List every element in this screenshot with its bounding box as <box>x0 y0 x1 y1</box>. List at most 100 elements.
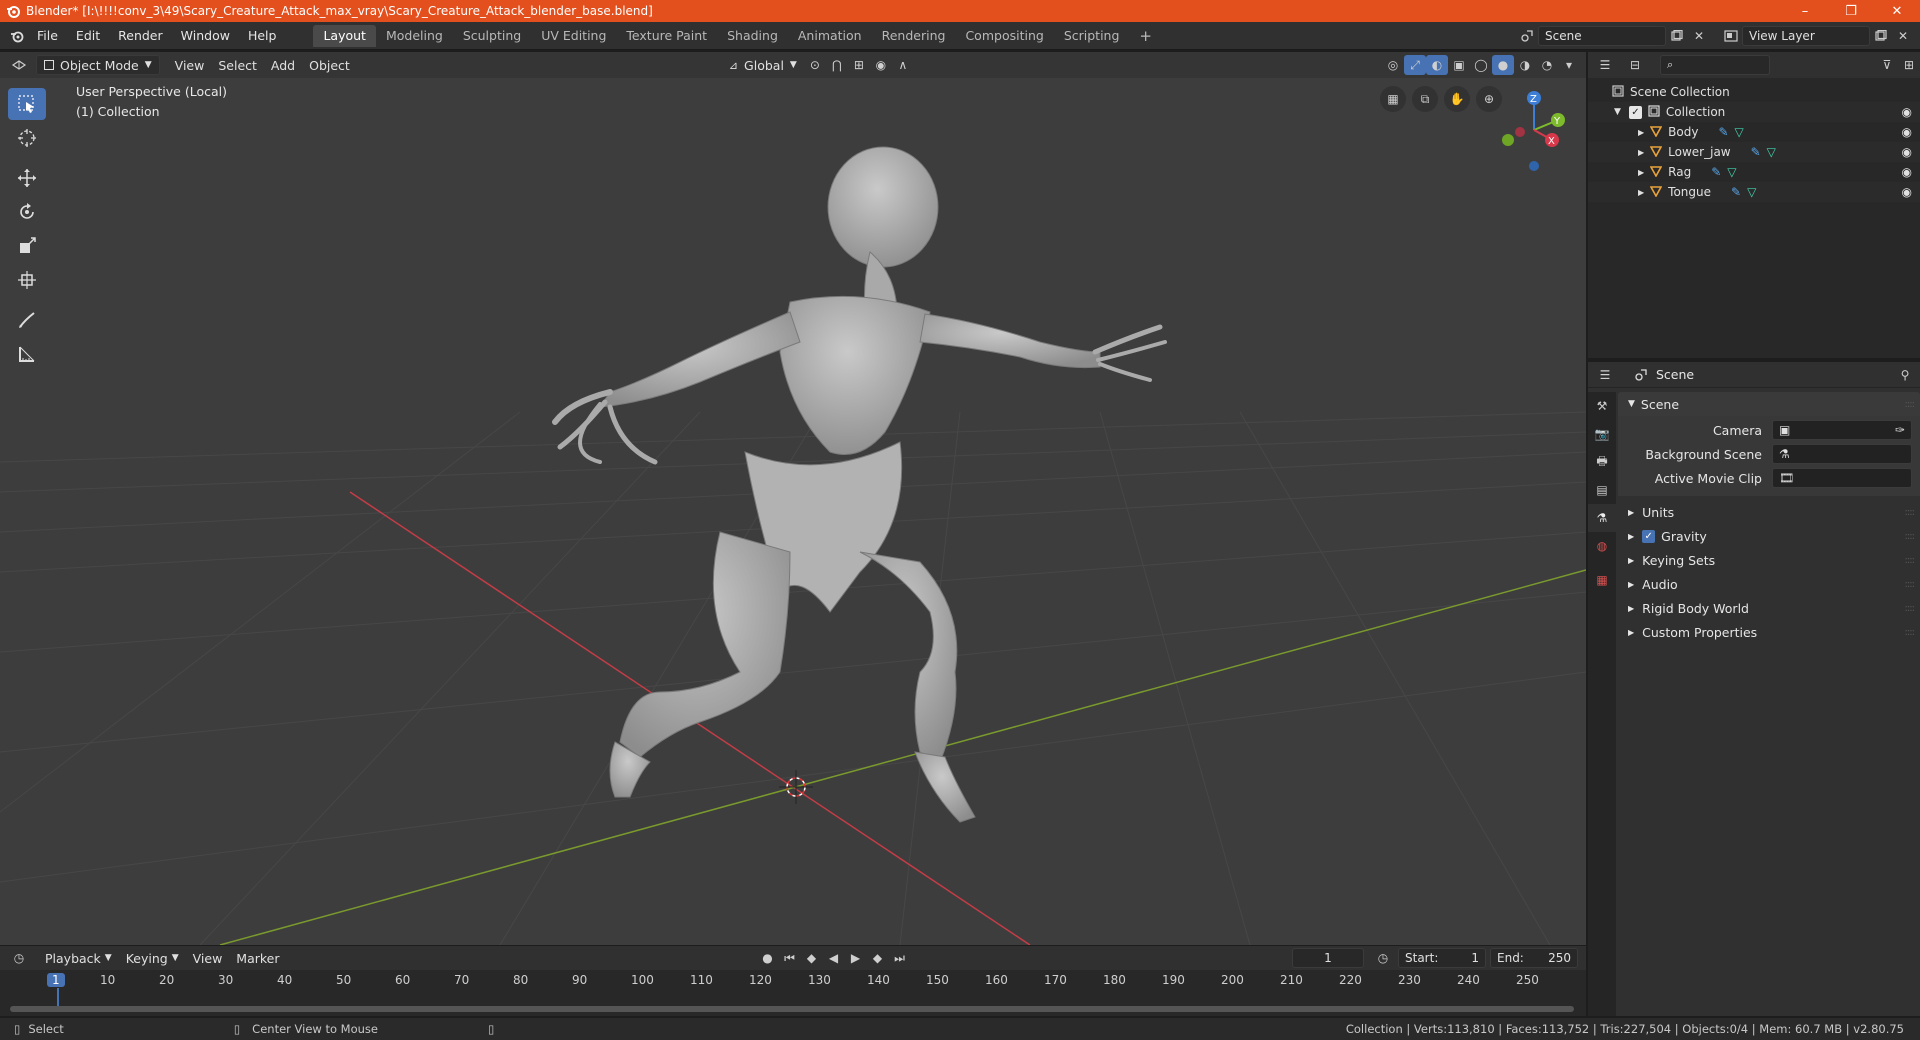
xray-icon[interactable]: ▣ <box>1448 55 1470 75</box>
viewport-menu-object[interactable]: Object <box>302 55 357 75</box>
audio-panel-header[interactable]: ▶ Audio :::: <box>1618 572 1920 596</box>
collection-checkbox[interactable]: ✓ <box>1628 105 1642 119</box>
jump-end-icon[interactable]: ⏭ <box>889 948 911 968</box>
shading-rendered-icon[interactable]: ◔ <box>1536 55 1558 75</box>
tab-rendering[interactable]: Rendering <box>872 25 956 47</box>
timeline-menu-marker[interactable]: Marker <box>229 948 286 968</box>
move-tool[interactable] <box>8 162 46 194</box>
tab-layout[interactable]: Layout <box>313 24 376 47</box>
menu-render[interactable]: Render <box>109 25 172 47</box>
tab-sculpting[interactable]: Sculpting <box>453 25 531 47</box>
outliner-search-input[interactable]: ⌕ <box>1660 55 1770 75</box>
scale-tool[interactable] <box>8 230 46 262</box>
shading-options-icon[interactable]: ▾ <box>1558 55 1580 75</box>
outliner-row-object[interactable]: ▶ Lower_jaw ✎ ▽ ◉ <box>1588 142 1920 162</box>
play-icon[interactable]: ▶ <box>845 948 867 968</box>
camera-field[interactable]: ▣ ✑ <box>1772 420 1912 440</box>
select-box-tool[interactable] <box>8 88 46 120</box>
close-button[interactable]: ✕ <box>1874 0 1920 22</box>
tab-texture-paint[interactable]: Texture Paint <box>616 25 717 47</box>
background-scene-field[interactable]: ⚗ <box>1772 444 1912 464</box>
drag-handle-icon[interactable]: :::: <box>1905 399 1916 410</box>
tab-animation[interactable]: Animation <box>788 25 872 47</box>
drag-handle-icon[interactable]: :::: <box>1905 507 1916 518</box>
viewport-menu-add[interactable]: Add <box>264 55 302 75</box>
rotate-tool[interactable] <box>8 196 46 228</box>
world-tab-icon[interactable]: ◍ <box>1588 532 1616 560</box>
keying-sets-panel-header[interactable]: ▶ Keying Sets :::: <box>1618 548 1920 572</box>
properties-editor-icon[interactable]: ☰ <box>1594 365 1616 385</box>
preview-range-icon[interactable]: ◷ <box>1372 948 1394 968</box>
add-workspace-button[interactable]: + <box>1129 25 1162 47</box>
menu-edit[interactable]: Edit <box>67 25 109 47</box>
proportional-edit-icon[interactable]: ◉ <box>870 55 892 75</box>
start-frame-field[interactable]: Start: 1 <box>1398 948 1486 968</box>
next-keyframe-icon[interactable]: ◆ <box>867 948 889 968</box>
toggle-perspective-icon[interactable]: ▦ <box>1380 86 1406 112</box>
new-scene-icon[interactable] <box>1666 26 1688 46</box>
outliner-row-object[interactable]: ▶ Body ✎ ▽ ◉ <box>1588 122 1920 142</box>
viewport-menu-select[interactable]: Select <box>211 55 264 75</box>
prev-keyframe-icon[interactable]: ◆ <box>801 948 823 968</box>
rigid-body-world-panel-header[interactable]: ▶ Rigid Body World :::: <box>1618 596 1920 620</box>
new-collection-icon[interactable]: ⊞ <box>1898 55 1920 75</box>
timeline-menu-keying[interactable]: Keying ▼ <box>119 948 186 968</box>
blender-menu-icon[interactable] <box>6 26 28 46</box>
gravity-panel-header[interactable]: ▶ ✓ Gravity :::: <box>1618 524 1920 548</box>
expand-icon[interactable]: ▶ <box>1638 148 1644 157</box>
drag-handle-icon[interactable]: :::: <box>1905 555 1916 566</box>
viewport-menu-view[interactable]: View <box>168 55 212 75</box>
mode-selector[interactable]: Object Mode ▼ <box>36 55 160 75</box>
tool-tab-icon[interactable]: ⚒ <box>1588 392 1616 420</box>
shading-wireframe-icon[interactable]: ◯ <box>1470 55 1492 75</box>
scene-selector[interactable]: Scene <box>1538 25 1666 46</box>
modifier-icon[interactable]: ✎ <box>1718 125 1728 139</box>
modifier-icon[interactable]: ✎ <box>1731 185 1741 199</box>
tab-modeling[interactable]: Modeling <box>376 25 453 47</box>
filter-icon[interactable]: ⊽ <box>1876 55 1898 75</box>
menu-file[interactable]: File <box>28 25 67 47</box>
new-view-layer-icon[interactable] <box>1870 26 1892 46</box>
menu-help[interactable]: Help <box>239 25 286 47</box>
outliner-row-collection[interactable]: ▼ ✓ Collection ◉ <box>1588 102 1920 122</box>
scene-icon[interactable] <box>1516 26 1538 46</box>
modifier-icon[interactable]: ✎ <box>1751 145 1761 159</box>
render-tab-icon[interactable]: 📷 <box>1588 420 1616 448</box>
view-layer-selector[interactable]: View Layer <box>1742 25 1870 46</box>
expand-icon[interactable]: ▼ <box>1614 107 1621 117</box>
mesh-data-icon[interactable]: ▽ <box>1735 125 1744 139</box>
frame-ruler[interactable]: 1 10 20 30 40 50 60 70 80 90 100 110 120 130 140 150 160… <box>0 970 1586 1010</box>
tab-compositing[interactable]: Compositing <box>955 25 1053 47</box>
timeline-menu-view[interactable]: View <box>186 948 230 968</box>
outliner-editor-icon[interactable]: ☰ <box>1594 55 1616 75</box>
modifier-icon[interactable]: ✎ <box>1711 165 1721 179</box>
scene-panel-header[interactable]: ▼ Scene :::: <box>1618 392 1920 416</box>
display-mode-icon[interactable]: ⊟ <box>1624 55 1646 75</box>
editor-type-icon[interactable] <box>8 55 30 75</box>
gizmo-neg-z-icon[interactable] <box>1529 161 1539 171</box>
output-tab-icon[interactable]: 🖶 <box>1588 448 1616 476</box>
eye-icon[interactable]: ◉ <box>1902 145 1912 159</box>
pin-icon[interactable]: ⚲ <box>1894 365 1916 385</box>
gizmo-neg-x-icon[interactable] <box>1515 127 1525 137</box>
eye-icon[interactable]: ◉ <box>1902 165 1912 179</box>
record-icon[interactable]: ● <box>757 948 779 968</box>
visibility-icon[interactable]: ◎ <box>1382 55 1404 75</box>
minimize-button[interactable]: – <box>1782 0 1828 22</box>
outliner-row-scene-collection[interactable]: Scene Collection <box>1588 82 1920 102</box>
expand-icon[interactable]: ▶ <box>1638 168 1644 177</box>
units-panel-header[interactable]: ▶ Units :::: <box>1618 500 1920 524</box>
tab-shading[interactable]: Shading <box>717 25 788 47</box>
drag-handle-icon[interactable]: :::: <box>1905 531 1916 542</box>
mesh-data-icon[interactable]: ▽ <box>1727 165 1736 179</box>
gizmo-neg-y-icon[interactable] <box>1502 134 1514 146</box>
timeline-editor-icon[interactable]: ◷ <box>8 948 30 968</box>
camera-view-icon[interactable]: ⧉ <box>1412 86 1438 112</box>
outliner-row-object[interactable]: ▶ Tongue ✎ ▽ ◉ <box>1588 182 1920 202</box>
overlay-toggle-icon[interactable]: ◐ <box>1426 55 1448 75</box>
texture-tab-icon[interactable]: ▦ <box>1588 566 1616 594</box>
measure-tool[interactable] <box>8 338 46 370</box>
transform-tool[interactable] <box>8 264 46 296</box>
shading-solid-icon[interactable]: ● <box>1492 55 1514 75</box>
timeline-menu-playback[interactable]: Playback ▼ <box>38 948 119 968</box>
